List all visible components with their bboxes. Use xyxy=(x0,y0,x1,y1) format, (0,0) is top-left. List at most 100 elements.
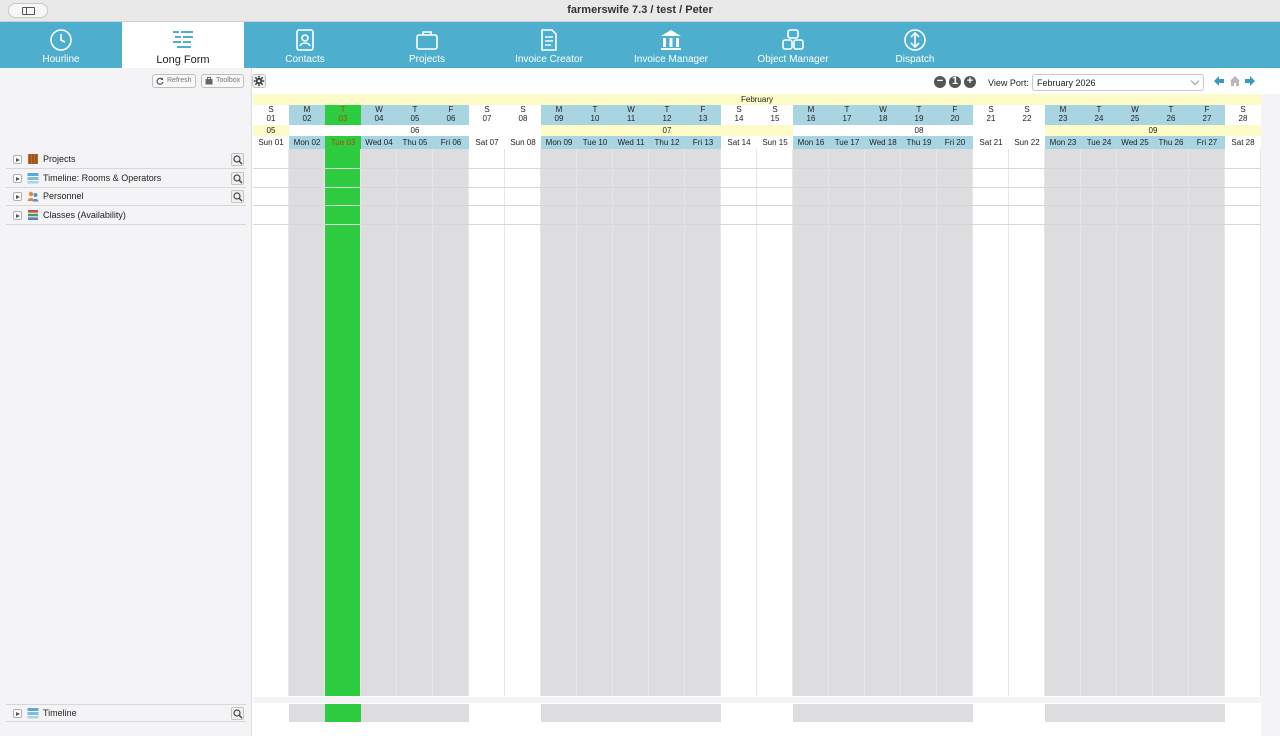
column-tue-24[interactable] xyxy=(1081,149,1117,696)
column-mon-02[interactable] xyxy=(289,149,325,696)
arrow-right-icon[interactable] xyxy=(1244,75,1256,87)
tree-search-button[interactable] xyxy=(231,171,244,185)
day-label: Fri 06 xyxy=(433,136,469,149)
disclosure-triangle[interactable] xyxy=(13,173,22,183)
tree-row-personnel[interactable]: Personnel xyxy=(6,188,246,206)
column-thu-05[interactable] xyxy=(397,149,433,696)
tab-long-form[interactable]: Long Form xyxy=(122,22,244,68)
footer-cell[interactable] xyxy=(1189,704,1225,722)
tree-row-projects[interactable]: Projects xyxy=(6,151,246,169)
footer-cell[interactable] xyxy=(721,704,757,722)
footer-cell[interactable] xyxy=(289,704,325,722)
column-thu-19[interactable] xyxy=(901,149,937,696)
column-fri-13[interactable] xyxy=(685,149,721,696)
footer-cell[interactable] xyxy=(865,704,901,722)
footer-cell[interactable] xyxy=(397,704,433,722)
column-tue-10[interactable] xyxy=(577,149,613,696)
footer-cell[interactable] xyxy=(937,704,973,722)
zoom-out-button[interactable]: − xyxy=(934,76,946,88)
footer-cell[interactable] xyxy=(793,704,829,722)
tree-row-classes-availability[interactable]: Classes (Availability) xyxy=(6,207,246,225)
footer-cell[interactable] xyxy=(1081,704,1117,722)
footer-cell[interactable] xyxy=(1117,704,1153,722)
column-thu-26[interactable] xyxy=(1153,149,1189,696)
day-letter: W xyxy=(879,105,887,114)
tree-search-button[interactable] xyxy=(231,153,244,166)
column-thu-12[interactable] xyxy=(649,149,685,696)
tab-hourline[interactable]: Hourline xyxy=(0,22,122,68)
day-header: S 15 xyxy=(757,105,793,125)
disclosure-triangle[interactable] xyxy=(13,709,22,718)
zoom-in-button[interactable]: + xyxy=(964,76,976,88)
tree-row-timeline-rooms-operators[interactable]: Timeline: Rooms & Operators xyxy=(6,170,246,188)
footer-cell[interactable] xyxy=(541,704,577,722)
day-number: 15 xyxy=(770,114,780,123)
column-sun-22[interactable] xyxy=(1009,149,1045,696)
footer-cell[interactable] xyxy=(1225,704,1261,722)
footer-cell[interactable] xyxy=(1045,704,1081,722)
column-sat-21[interactable] xyxy=(973,149,1009,696)
column-mon-23[interactable] xyxy=(1045,149,1081,696)
footer-cell[interactable] xyxy=(361,704,397,722)
tab-invoice-creator[interactable]: Invoice Creator xyxy=(488,22,610,68)
day-letter: F xyxy=(448,105,454,114)
footer-cell[interactable] xyxy=(469,704,505,722)
column-mon-09[interactable] xyxy=(541,149,577,696)
toolbox-button[interactable]: Toolbox xyxy=(201,74,245,88)
tree-search-button[interactable] xyxy=(231,190,244,203)
column-sat-14[interactable] xyxy=(721,149,757,696)
tab-projects[interactable]: Projects xyxy=(366,22,488,68)
week-number: 06 xyxy=(289,125,541,136)
disclosure-triangle[interactable] xyxy=(13,210,22,220)
timeline-footer-row[interactable]: Timeline xyxy=(6,704,246,722)
arrow-left-icon[interactable] xyxy=(1213,75,1225,87)
column-sun-01[interactable] xyxy=(253,149,289,696)
tab-contacts[interactable]: Contacts xyxy=(244,22,366,68)
disclosure-triangle[interactable] xyxy=(13,155,22,164)
refresh-button[interactable]: Refresh xyxy=(152,74,196,88)
footer-cell[interactable] xyxy=(973,704,1009,722)
column-sun-08[interactable] xyxy=(505,149,541,696)
day-label: Sat 14 xyxy=(721,136,757,149)
footer-cell[interactable] xyxy=(613,704,649,722)
footer-cell[interactable] xyxy=(649,704,685,722)
zoom-reset-button[interactable]: 1 xyxy=(949,76,961,88)
column-fri-06[interactable] xyxy=(433,149,469,696)
footer-cell[interactable] xyxy=(757,704,793,722)
footer-cell[interactable] xyxy=(433,704,469,722)
column-mon-16[interactable] xyxy=(793,149,829,696)
classes-icon xyxy=(28,209,38,220)
column-wed-25[interactable] xyxy=(1117,149,1153,696)
column-wed-18[interactable] xyxy=(865,149,901,696)
settings-button[interactable] xyxy=(252,74,266,88)
day-header: T 05 xyxy=(397,105,433,125)
column-sat-07[interactable] xyxy=(469,149,505,696)
column-tue-17[interactable] xyxy=(829,149,865,696)
timeline-search-button[interactable] xyxy=(231,707,244,720)
column-fri-27[interactable] xyxy=(1189,149,1225,696)
footer-cell[interactable] xyxy=(829,704,865,722)
footer-cell[interactable] xyxy=(1009,704,1045,722)
day-header: M 16 xyxy=(793,105,829,125)
footer-cell[interactable] xyxy=(1153,704,1189,722)
column-fri-20[interactable] xyxy=(937,149,973,696)
footer-cell[interactable] xyxy=(685,704,721,722)
column-sat-28[interactable] xyxy=(1225,149,1261,696)
tab-dispatch[interactable]: Dispatch xyxy=(854,22,976,68)
footer-cell[interactable] xyxy=(325,704,361,722)
home-icon[interactable] xyxy=(1229,75,1241,87)
footer-cell[interactable] xyxy=(505,704,541,722)
day-number: 13 xyxy=(698,114,708,123)
viewport-label: View Port: xyxy=(988,78,1029,88)
column-wed-04[interactable] xyxy=(361,149,397,696)
tab-invoice-manager[interactable]: Invoice Manager xyxy=(610,22,732,68)
tab-object-manager[interactable]: Object Manager xyxy=(732,22,854,68)
footer-cell[interactable] xyxy=(577,704,613,722)
footer-cell[interactable] xyxy=(253,704,289,722)
footer-cell[interactable] xyxy=(901,704,937,722)
column-sun-15[interactable] xyxy=(757,149,793,696)
column-wed-11[interactable] xyxy=(613,149,649,696)
viewport-select[interactable]: February 2026 xyxy=(1032,74,1204,91)
disclosure-triangle[interactable] xyxy=(13,192,22,201)
column-tue-03[interactable] xyxy=(325,149,361,696)
